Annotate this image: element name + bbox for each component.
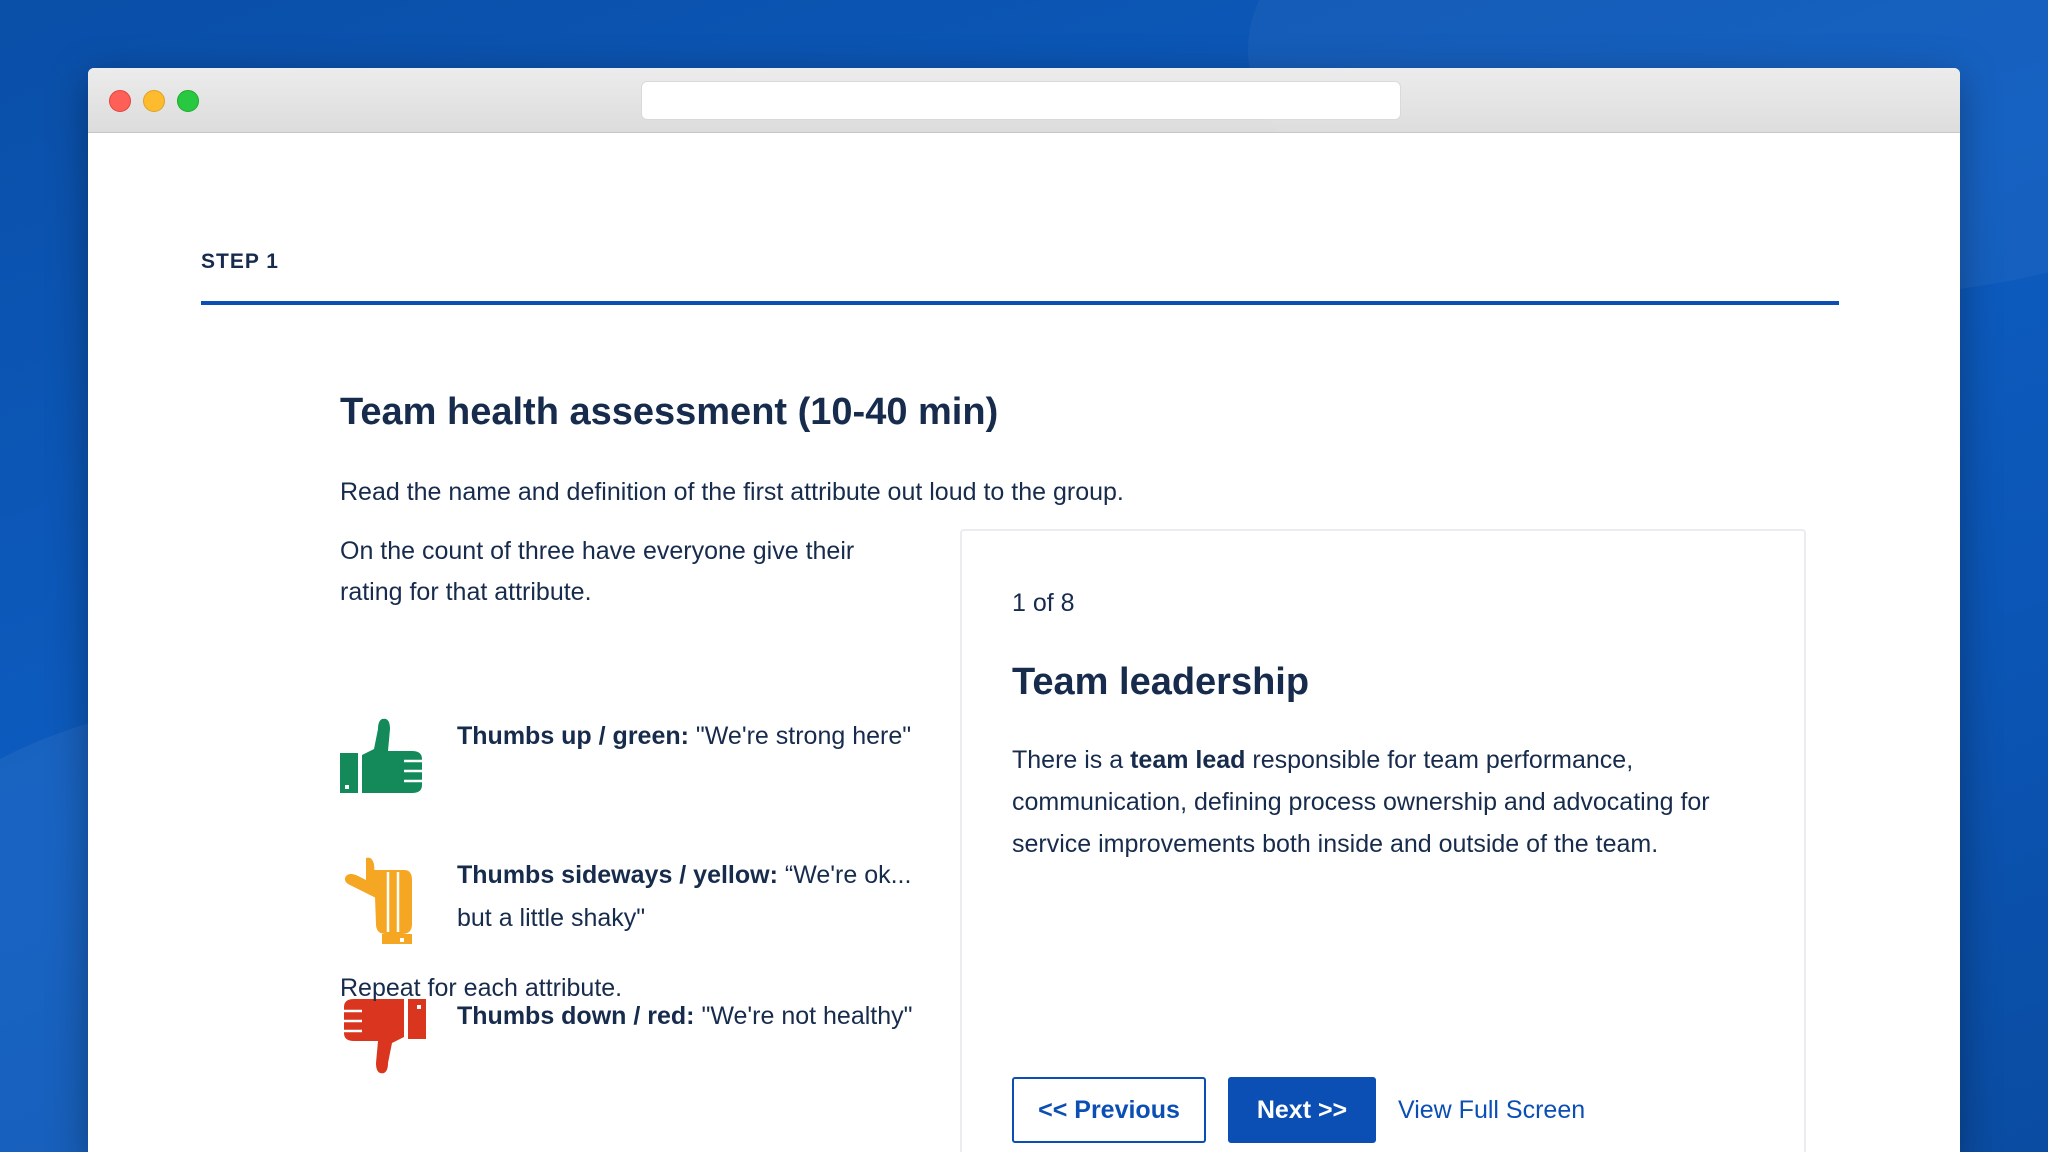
rating-label: Thumbs sideways / yellow:	[457, 861, 778, 889]
count-instruction-text: On the count of three have everyone give…	[340, 537, 855, 606]
attribute-definition: There is a team lead responsible for tea…	[1012, 739, 1752, 865]
rating-thumbs-down: Thumbs down / red: "We're not healthy"	[338, 995, 988, 1095]
window-titlebar	[88, 68, 1960, 133]
close-window-button[interactable]	[109, 90, 131, 112]
rating-description: "We're strong here"	[688, 722, 912, 750]
minimize-window-button[interactable]	[143, 90, 165, 112]
view-full-screen-link[interactable]: View Full Screen	[1398, 1077, 1585, 1143]
definition-highlight: team lead	[1130, 746, 1246, 774]
repeat-text: Repeat for each attribute.	[340, 974, 623, 1002]
page-content: STEP 1 Team health assessment (10-40 min…	[88, 133, 1960, 1152]
browser-window: STEP 1 Team health assessment (10-40 min…	[88, 68, 1960, 1152]
instruction-text: Read the name and definition of the firs…	[340, 478, 1124, 506]
rating-thumbs-sideways: Thumbs sideways / yellow: “We're ok... b…	[338, 854, 988, 954]
next-button[interactable]: Next >>	[1228, 1077, 1376, 1143]
thumbs-sideways-icon	[344, 857, 412, 944]
thumbs-up-icon	[340, 718, 424, 793]
attribute-counter: 1 of 8	[1012, 589, 1075, 617]
attribute-title: Team leadership	[1012, 661, 1310, 703]
definition-text: There is a	[1012, 746, 1131, 774]
attribute-card: 1 of 8 Team leadership There is a team l…	[960, 529, 1806, 1152]
desktop-background: STEP 1 Team health assessment (10-40 min…	[0, 0, 2048, 1152]
address-bar[interactable]	[641, 81, 1401, 120]
page-title: Team health assessment (10-40 min)	[340, 391, 999, 433]
maximize-window-button[interactable]	[177, 90, 199, 112]
rating-label: Thumbs up / green:	[457, 722, 689, 750]
step-label: STEP 1	[201, 250, 279, 273]
step-divider	[201, 301, 1839, 305]
previous-button[interactable]: << Previous	[1012, 1077, 1206, 1143]
rating-thumbs-up: Thumbs up / green: "We're strong here"	[338, 715, 988, 815]
